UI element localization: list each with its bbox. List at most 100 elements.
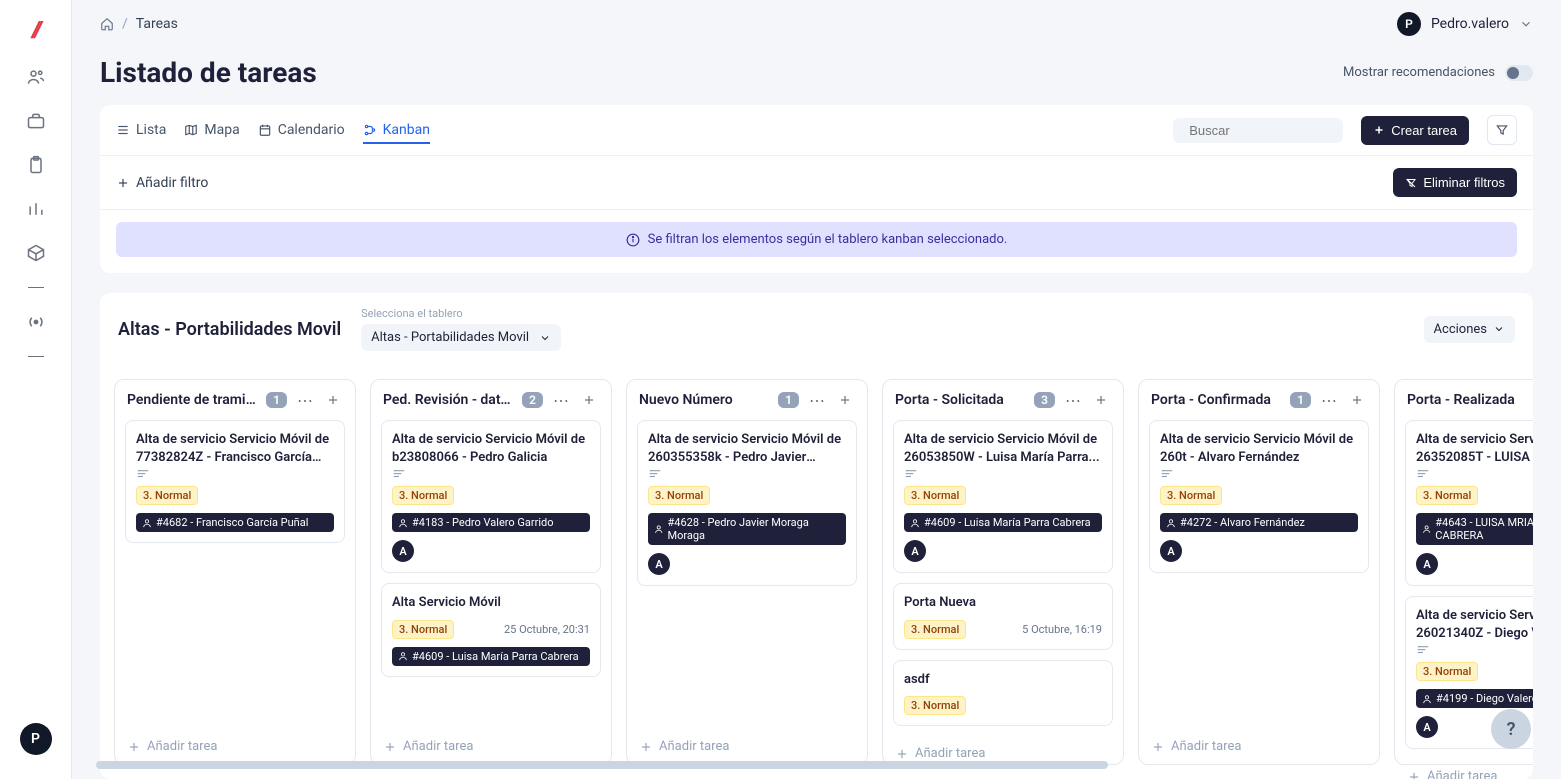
nav-package-icon[interactable] (26, 243, 46, 263)
view-tab-mapa[interactable]: Mapa (184, 122, 239, 138)
column-add-icon[interactable] (835, 390, 855, 410)
view-tab-calendario[interactable]: Calendario (258, 122, 345, 138)
user-menu[interactable]: P Pedro.valero (1397, 12, 1533, 36)
column-count-badge: 3 (1034, 392, 1055, 408)
button-label: Añadir filtro (136, 175, 208, 191)
actions-dropdown[interactable]: Acciones (1424, 316, 1515, 343)
home-icon[interactable] (100, 17, 114, 31)
description-icon (904, 468, 1102, 478)
filter-off-icon (1405, 177, 1417, 189)
card-title: Alta de servicio Servicio Móvil de 26352… (1416, 431, 1533, 466)
kanban-board: Pendiente de tramita... 1 ⋯ Alta de serv… (100, 365, 1533, 779)
task-card[interactable]: Alta de servicio Servicio Móvil de 77382… (125, 420, 345, 543)
task-card[interactable]: Alta Servicio Móvil3. Normal25 Octubre, … (381, 583, 601, 677)
list-icon (116, 123, 130, 137)
create-task-button[interactable]: Crear tarea (1361, 116, 1469, 145)
column-header: Pendiente de tramita... 1 ⋯ (115, 380, 355, 420)
assignee-avatar: A (392, 540, 414, 562)
task-card[interactable]: Alta de servicio Servicio Móvil de b2380… (381, 420, 601, 573)
horizontal-scrollbar[interactable] (96, 761, 1541, 769)
breadcrumb-current[interactable]: Tareas (136, 16, 178, 32)
help-button[interactable]: ? (1491, 709, 1531, 749)
assignee-avatar: A (648, 553, 670, 575)
task-card[interactable]: Alta de servicio Servicio Móvil de 26053… (893, 420, 1113, 573)
plus-icon (1373, 124, 1385, 136)
nav-chart-icon[interactable] (26, 199, 46, 219)
card-title: Alta de servicio Servicio Móvil de b2380… (392, 431, 590, 466)
column-add-icon[interactable] (579, 390, 599, 410)
assignee-avatar: A (1416, 716, 1438, 738)
column-header: Ped. Revisión - dato... 2 ⋯ (371, 380, 611, 420)
view-tab-lista[interactable]: Lista (116, 122, 166, 138)
assignee-chip: #4183 - Pedro Valero Garrido (392, 513, 590, 532)
column-more-icon[interactable]: ⋯ (551, 390, 571, 410)
column-cards: Alta de servicio Servicio Móvil de 260t … (1139, 420, 1379, 583)
view-tab-kanban[interactable]: Kanban (363, 122, 430, 144)
add-task-button[interactable]: Añadir tarea (115, 729, 355, 764)
nav-briefcase-icon[interactable] (26, 111, 46, 131)
column-more-icon[interactable]: ⋯ (1319, 390, 1339, 410)
kanban-icon (363, 123, 377, 137)
board-header: Altas - Portabilidades Movil Selecciona … (100, 293, 1533, 365)
button-label: Añadir tarea (147, 739, 217, 754)
task-card[interactable]: asdf3. Normal (893, 660, 1113, 727)
assignee-avatar: A (1416, 553, 1438, 575)
priority-chip: 3. Normal (904, 696, 966, 715)
kanban-column: Porta - Solicitada 3 ⋯ Alta de servicio … (882, 379, 1124, 765)
button-label: Añadir tarea (403, 739, 473, 754)
board-title: Altas - Portabilidades Movil (118, 319, 341, 340)
card-title: Porta Nueva (904, 594, 1102, 612)
search-input-wrapper[interactable] (1173, 118, 1343, 143)
priority-chip: 3. Normal (392, 620, 454, 639)
tab-label: Kanban (383, 122, 430, 138)
board-select[interactable]: Altas - Portabilidades Movil (361, 324, 561, 351)
search-input[interactable] (1189, 123, 1365, 138)
button-label: Acciones (1434, 322, 1487, 337)
card-title: Alta de servicio Servicio Móvil de 260t … (1160, 431, 1358, 466)
column-add-icon[interactable] (1091, 390, 1111, 410)
priority-chip: 3. Normal (648, 486, 710, 505)
priority-chip: 3. Normal (1416, 486, 1478, 505)
main: / Tareas P Pedro.valero Listado de tarea… (72, 0, 1561, 779)
add-task-button[interactable]: Añadir tarea (627, 729, 867, 764)
board-select-wrap: Selecciona el tablero Altas - Portabilid… (361, 307, 561, 351)
task-card[interactable]: Alta de servicio Servicio Móvil de 260t … (1149, 420, 1369, 573)
column-more-icon[interactable]: ⋯ (1063, 390, 1083, 410)
task-card[interactable]: Alta de servicio Servicio Móvil de 26035… (637, 420, 857, 586)
task-card[interactable]: Porta Nueva3. Normal5 Octubre, 16:19 (893, 583, 1113, 650)
priority-chip: 3. Normal (136, 486, 198, 505)
priority-chip: 3. Normal (1160, 486, 1222, 505)
description-icon (1416, 644, 1533, 654)
description-icon (392, 468, 590, 478)
page-title: Listado de tareas (100, 56, 317, 89)
button-label: Añadir tarea (915, 746, 985, 761)
scrollbar-thumb[interactable] (96, 761, 1108, 769)
nav-broadcast-icon[interactable] (26, 312, 46, 332)
column-header: Porta - Realizada 2 (1395, 380, 1533, 420)
button-label: Añadir tarea (1171, 739, 1241, 754)
tab-label: Lista (136, 122, 166, 138)
column-add-icon[interactable] (1347, 390, 1367, 410)
info-text: Se filtran los elementos según el tabler… (648, 232, 1008, 247)
recommendations-toggle[interactable]: Mostrar recomendaciones (1343, 65, 1533, 81)
recommendations-label: Mostrar recomendaciones (1343, 65, 1495, 80)
nav-clipboard-icon[interactable] (26, 155, 46, 175)
sidebar-user-avatar[interactable]: P (20, 723, 52, 755)
column-title: Porta - Confirmada (1151, 392, 1282, 408)
add-task-button[interactable]: Añadir tarea (371, 729, 611, 764)
filter-button[interactable] (1487, 115, 1517, 145)
nav-contacts-icon[interactable] (26, 67, 46, 87)
filters-panel: Lista Mapa Calendario Kanban (100, 105, 1533, 273)
column-title: Nuevo Número (639, 392, 770, 408)
view-tabs: Lista Mapa Calendario Kanban (100, 105, 1533, 156)
task-card[interactable]: Alta de servicio Servicio Móvil de 26352… (1405, 420, 1533, 586)
column-add-icon[interactable] (323, 390, 343, 410)
toggle-switch[interactable] (1505, 65, 1533, 81)
column-more-icon[interactable]: ⋯ (295, 390, 315, 410)
column-more-icon[interactable]: ⋯ (807, 390, 827, 410)
add-task-button[interactable]: Añadir tarea (1139, 729, 1379, 764)
add-filter-button[interactable]: Añadir filtro (116, 175, 208, 191)
clear-filters-button[interactable]: Eliminar filtros (1393, 168, 1517, 197)
column-cards: Alta de servicio Servicio Móvil de b2380… (371, 420, 611, 687)
assignee-chip: #4682 - Francisco García Puñal (136, 513, 334, 532)
